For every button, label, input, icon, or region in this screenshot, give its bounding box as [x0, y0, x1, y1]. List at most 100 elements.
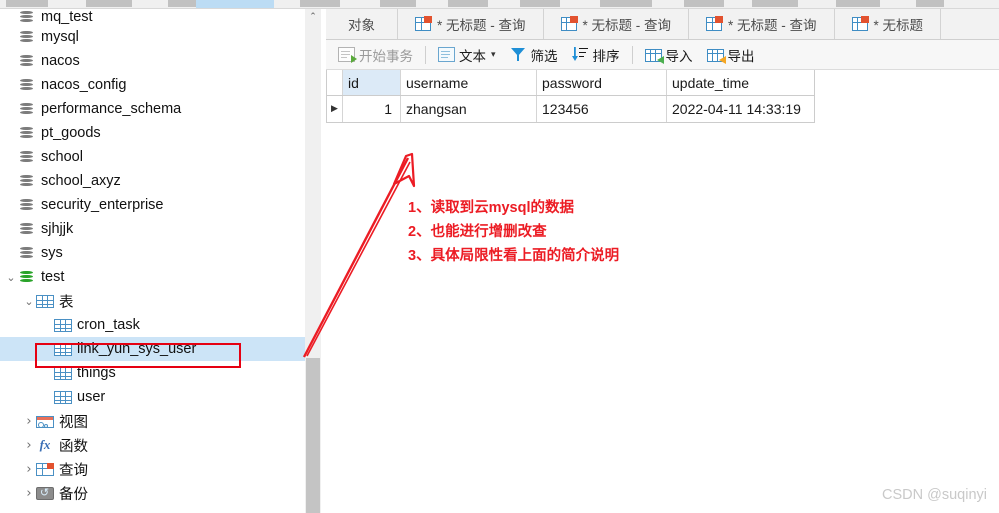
- begin-transaction-button[interactable]: 开始事务: [331, 43, 420, 67]
- database-icon: [18, 53, 36, 69]
- column-header-password[interactable]: password: [537, 70, 667, 95]
- tree-item-things[interactable]: things: [0, 361, 305, 385]
- tab-label: 对象: [348, 18, 375, 33]
- column-header-username[interactable]: username: [401, 70, 537, 95]
- table-icon: [54, 343, 72, 356]
- table-row[interactable]: ▶ 1 zhangsan 123456 2022-04-11 14:33:19: [327, 96, 814, 122]
- tree-item-security_enterprise[interactable]: security_enterprise: [0, 193, 305, 217]
- cell-username[interactable]: zhangsan: [401, 96, 537, 122]
- sort-label: 排序: [592, 48, 620, 64]
- tree-item-mysql[interactable]: mysql: [0, 25, 305, 49]
- filter-label: 筛选: [530, 48, 558, 64]
- tree-item-performance_schema[interactable]: performance_schema: [0, 97, 305, 121]
- annotation-text-block: 1、读取到云mysql的数据 2、也能进行增删改查 3、具体局限性看上面的简介说…: [408, 196, 619, 268]
- sort-button[interactable]: 排序: [565, 43, 627, 67]
- query-icon: [36, 463, 54, 476]
- tree-item-school_axyz[interactable]: school_axyz: [0, 169, 305, 193]
- editor-tab-bar[interactable]: 对象 * 无标题 - 查询 * 无标题 - 查询 * 无标题 - 查询 * 无标题: [326, 9, 999, 40]
- chevron-right-icon[interactable]: ›: [22, 487, 36, 500]
- tree-item-label: 视图: [59, 414, 88, 431]
- tree-item-label: 函数: [59, 438, 88, 455]
- toolbar-ghost-item: [600, 0, 652, 7]
- chevron-right-icon[interactable]: ›: [22, 463, 36, 476]
- column-header-update-time[interactable]: update_time: [667, 70, 815, 95]
- clipped-top-toolbar: [0, 0, 999, 9]
- toolbar-ghost-item: [448, 0, 488, 7]
- toolbar-ghost-item: [684, 0, 724, 7]
- data-grid[interactable]: id username password update_time ▶ 1 zha…: [326, 70, 815, 123]
- import-button[interactable]: 导入: [638, 43, 700, 67]
- tab-query-4[interactable]: * 无标题: [834, 9, 942, 39]
- tree-item-label: things: [77, 365, 116, 381]
- toolbar-ghost-item: [836, 0, 880, 7]
- cell-update-time[interactable]: 2022-04-11 14:33:19: [667, 96, 815, 122]
- table-folder-icon: [36, 295, 54, 308]
- document-icon: [438, 47, 455, 62]
- tree-item-label: sjhjjk: [41, 221, 74, 237]
- tab-label: * 无标题 - 查询: [582, 18, 672, 33]
- tree-item-pt_goods[interactable]: pt_goods: [0, 121, 305, 145]
- tab-query-3[interactable]: * 无标题 - 查询: [689, 9, 835, 39]
- toolbar-ghost-item: [86, 0, 132, 7]
- tree-vertical-scrollbar[interactable]: ⌃: [305, 9, 321, 513]
- toolbar-ghost-item: [380, 0, 416, 7]
- scrollbar-thumb[interactable]: [306, 358, 320, 513]
- tree-item-label: mysql: [41, 29, 79, 45]
- tab-query-1[interactable]: * 无标题 - 查询: [398, 9, 544, 39]
- table-icon: [54, 319, 72, 332]
- chevron-down-icon[interactable]: ▾: [491, 50, 496, 60]
- filter-icon: [510, 47, 527, 62]
- tab-objects[interactable]: 对象: [326, 9, 398, 39]
- tree-item-label: nacos_config: [41, 77, 127, 93]
- backup-icon: [36, 486, 54, 500]
- export-button[interactable]: 导出: [700, 43, 762, 67]
- tree-item-link_yun_sys_user[interactable]: link_yun_sys_user: [0, 337, 305, 361]
- chevron-down-icon[interactable]: ⌄: [22, 296, 36, 307]
- toolbar-ghost-item: [300, 0, 340, 7]
- database-open-icon: [18, 269, 36, 285]
- tree-item-表[interactable]: ⌄ 表: [0, 289, 305, 313]
- tree-item-school[interactable]: school: [0, 145, 305, 169]
- column-header-id[interactable]: id: [343, 70, 401, 95]
- tree-item-函数[interactable]: › fx 函数: [0, 433, 305, 457]
- watermark: CSDN @suqinyi: [882, 487, 987, 503]
- function-icon: fx: [39, 437, 51, 452]
- text-view-label: 文本: [459, 48, 486, 64]
- tree-item-sjhjjk[interactable]: sjhjjk: [0, 217, 305, 241]
- tree-item-test[interactable]: ⌄ test: [0, 265, 305, 289]
- tree-item-视图[interactable]: › 视图: [0, 409, 305, 433]
- tree-item-label: cron_task: [77, 317, 140, 333]
- tree-item-label: performance_schema: [41, 101, 182, 117]
- tree-item-nacos[interactable]: nacos: [0, 49, 305, 73]
- chevron-down-icon[interactable]: ⌄: [4, 272, 18, 283]
- tab-query-2[interactable]: * 无标题 - 查询: [543, 9, 690, 39]
- tree-item-nacos_config[interactable]: nacos_config: [0, 73, 305, 97]
- tree-item-备份[interactable]: › 备份: [0, 481, 305, 505]
- grid-toolbar[interactable]: 开始事务 文本 ▾ 筛选 排序 导入 导出: [326, 40, 999, 70]
- tree-item-cron_task[interactable]: cron_task: [0, 313, 305, 337]
- scroll-up-arrow-icon[interactable]: ⌃: [305, 9, 321, 26]
- tree-item-user[interactable]: user: [0, 385, 305, 409]
- tree-item-sys[interactable]: sys: [0, 241, 305, 265]
- chevron-right-icon[interactable]: ›: [22, 439, 36, 452]
- annotation-line-1: 1、读取到云mysql的数据: [408, 200, 574, 216]
- tree-item-label: pt_goods: [41, 125, 101, 141]
- cell-password[interactable]: 123456: [537, 96, 667, 122]
- tree-item-查询[interactable]: › 查询: [0, 457, 305, 481]
- query-tab-icon: [851, 16, 869, 31]
- export-label: 导出: [727, 48, 755, 64]
- table-icon: [54, 391, 72, 404]
- chevron-right-icon[interactable]: ›: [22, 415, 36, 428]
- tree-item-mq_test[interactable]: mq_test: [0, 9, 305, 25]
- database-icon: [18, 197, 36, 213]
- cell-id[interactable]: 1: [343, 96, 401, 122]
- database-icon: [18, 29, 36, 45]
- database-tree-pane[interactable]: mq_testmysql nacos nacos_config performance…: [0, 9, 305, 513]
- grid-corner-cell: [327, 70, 343, 95]
- import-label: 导入: [665, 48, 693, 64]
- tree-item-label: link_yun_sys_user: [77, 341, 197, 357]
- tree-item-label: nacos: [41, 53, 80, 69]
- filter-button[interactable]: 筛选: [503, 43, 565, 67]
- export-icon: [706, 48, 726, 64]
- text-view-button[interactable]: 文本 ▾: [431, 43, 503, 67]
